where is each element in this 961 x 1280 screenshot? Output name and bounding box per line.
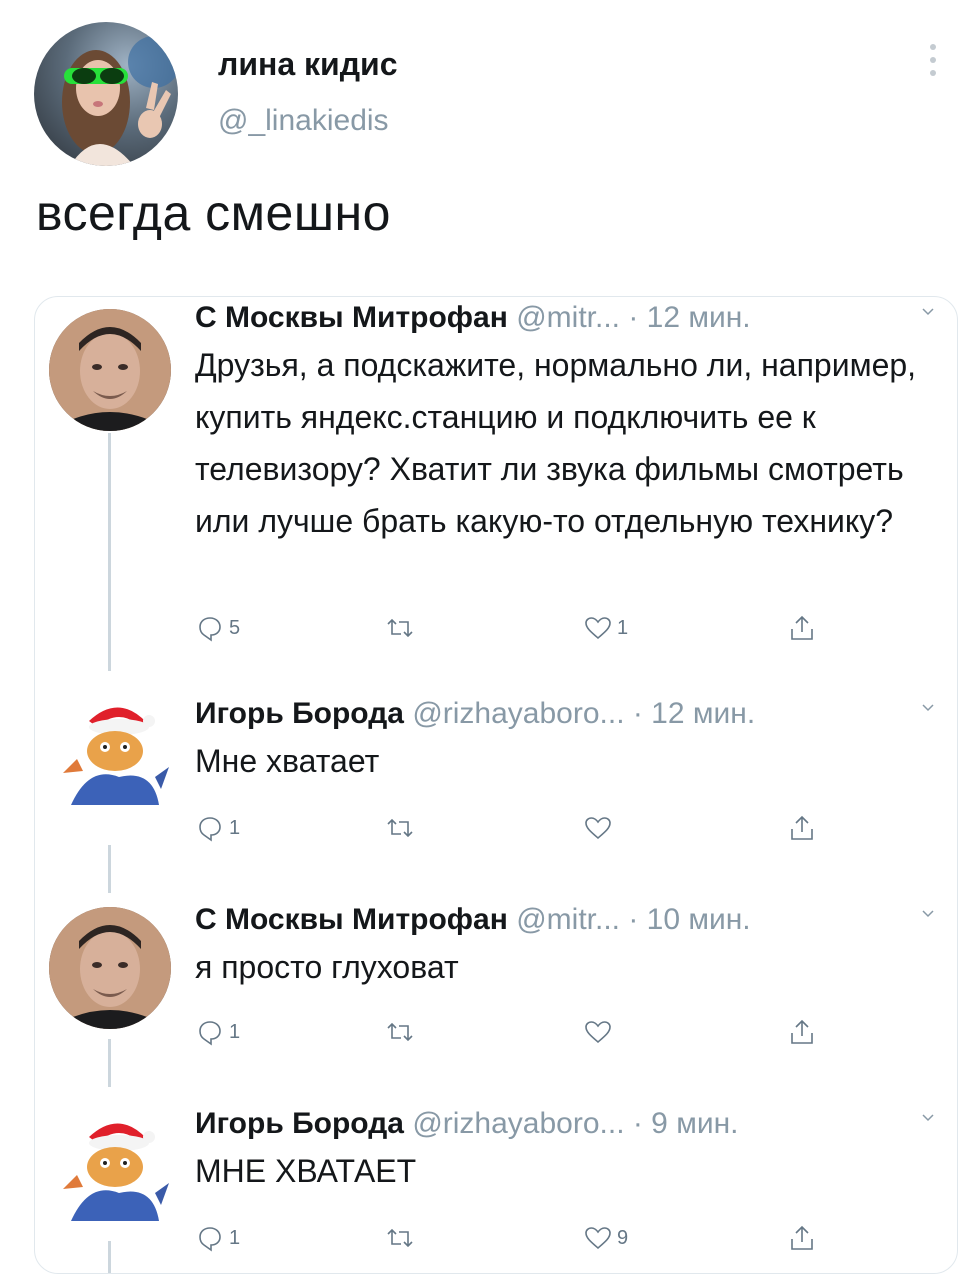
heart-icon [585, 1021, 611, 1044]
reply-tweet[interactable]: Игорь Борода @rizhayaboro... · 9 мин. МН… [195, 1107, 935, 1252]
share-icon [791, 1225, 813, 1250]
reply-count: 1 [229, 816, 241, 839]
chevron-down-icon[interactable] [921, 305, 935, 319]
avatar[interactable] [49, 309, 171, 431]
reply-tweet[interactable]: С Москвы Митрофан @mitr... · 10 мин. я п… [195, 903, 935, 1046]
like-count: 9 [617, 1226, 629, 1249]
reply-author-name[interactable]: С Москвы Митрофан [195, 301, 508, 334]
like-button[interactable] [583, 813, 617, 843]
reply-icon [199, 1021, 221, 1046]
author-handle[interactable]: @_linakiedis [218, 104, 389, 138]
chevron-down-icon[interactable] [921, 701, 935, 715]
reply-tweet[interactable]: С Москвы Митрофан @mitr... · 12 мин. Дру… [195, 301, 935, 642]
reply-header: Игорь Борода @rizhayaboro... · 9 мин. [195, 1107, 935, 1141]
reply-count: 5 [229, 616, 241, 639]
reply-header: Игорь Борода @rizhayaboro... · 12 мин. [195, 697, 935, 731]
avatar[interactable] [49, 693, 171, 815]
retweet-button[interactable] [385, 613, 419, 643]
reply-icon [199, 617, 221, 642]
thread-line [108, 845, 111, 893]
reply-author-name[interactable]: С Москвы Митрофан [195, 903, 508, 936]
reply-icon [199, 817, 221, 842]
retweet-icon [387, 618, 413, 638]
avatar[interactable] [49, 907, 171, 1029]
retweet-button[interactable] [385, 813, 419, 843]
reply-text: МНЕ ХВАТАЕТ [195, 1153, 417, 1189]
tweet-text: всегда смешно [36, 185, 391, 241]
reply-button[interactable]: 1 [195, 1223, 240, 1253]
man-avatar-image [49, 907, 171, 1029]
reply-button[interactable]: 5 [195, 613, 240, 643]
retweet-icon [387, 1228, 413, 1248]
more-vertical-icon[interactable] [926, 44, 940, 84]
like-button[interactable]: 9 [583, 1223, 628, 1253]
reply-author-name[interactable]: Игорь Борода [195, 1107, 404, 1140]
cat-santa-avatar-image [49, 1109, 171, 1231]
heart-icon [585, 617, 611, 640]
reply-author-name[interactable]: Игорь Борода [195, 697, 404, 730]
like-button[interactable] [583, 1017, 617, 1047]
thread-line [108, 1039, 111, 1087]
action-bar: 5 1 [195, 613, 835, 643]
share-button[interactable] [787, 1223, 817, 1253]
share-icon [791, 1019, 813, 1044]
share-icon [791, 815, 813, 840]
reply-button[interactable]: 1 [195, 813, 240, 843]
retweet-icon [387, 818, 413, 838]
reply-text: я просто глуховат [195, 949, 459, 985]
thread-line [108, 1241, 111, 1273]
thread-line [108, 433, 111, 671]
share-button[interactable] [787, 1017, 817, 1047]
share-button[interactable] [787, 813, 817, 843]
share-icon [791, 615, 813, 640]
avatar[interactable] [49, 1109, 171, 1231]
reply-meta: @mitr... · 12 мин. [516, 301, 751, 334]
retweet-icon [387, 1022, 413, 1042]
reply-meta: @rizhayaboro... · 9 мин. [412, 1107, 739, 1140]
author-name[interactable]: лина кидис [218, 46, 397, 83]
chevron-down-icon[interactable] [921, 907, 935, 921]
reply-header: С Москвы Митрофан @mitr... · 12 мин. [195, 301, 935, 335]
reply-count: 1 [229, 1020, 241, 1043]
reply-count: 1 [229, 1226, 241, 1249]
reply-meta: @mitr... · 10 мин. [516, 903, 751, 936]
like-button[interactable]: 1 [583, 613, 628, 643]
man-avatar-image [49, 309, 171, 431]
retweet-button[interactable] [385, 1017, 419, 1047]
action-bar: 1 [195, 1017, 835, 1047]
action-bar: 1 9 [195, 1223, 835, 1253]
cat-santa-avatar-image [49, 693, 171, 815]
reply-text: Мне хватает [195, 743, 380, 779]
reply-icon [199, 1227, 221, 1252]
share-button[interactable] [787, 613, 817, 643]
reply-meta: @rizhayaboro... · 12 мин. [412, 697, 756, 730]
reply-tweet[interactable]: Игорь Борода @rizhayaboro... · 12 мин. М… [195, 697, 935, 842]
heart-icon [585, 817, 611, 840]
like-count: 1 [617, 616, 629, 639]
reply-header: С Москвы Митрофан @mitr... · 10 мин. [195, 903, 935, 937]
embedded-thread-screenshot: С Москвы Митрофан @mitr... · 12 мин. Дру… [34, 296, 958, 1274]
chevron-down-icon[interactable] [921, 1111, 935, 1125]
author-avatar[interactable] [34, 22, 178, 166]
reply-text: Друзья, а подскажите, нормально ли, напр… [195, 347, 917, 539]
heart-icon [585, 1227, 611, 1250]
retweet-button[interactable] [385, 1223, 419, 1253]
action-bar: 1 [195, 813, 835, 843]
author-avatar-image [62, 36, 178, 166]
reply-button[interactable]: 1 [195, 1017, 240, 1047]
